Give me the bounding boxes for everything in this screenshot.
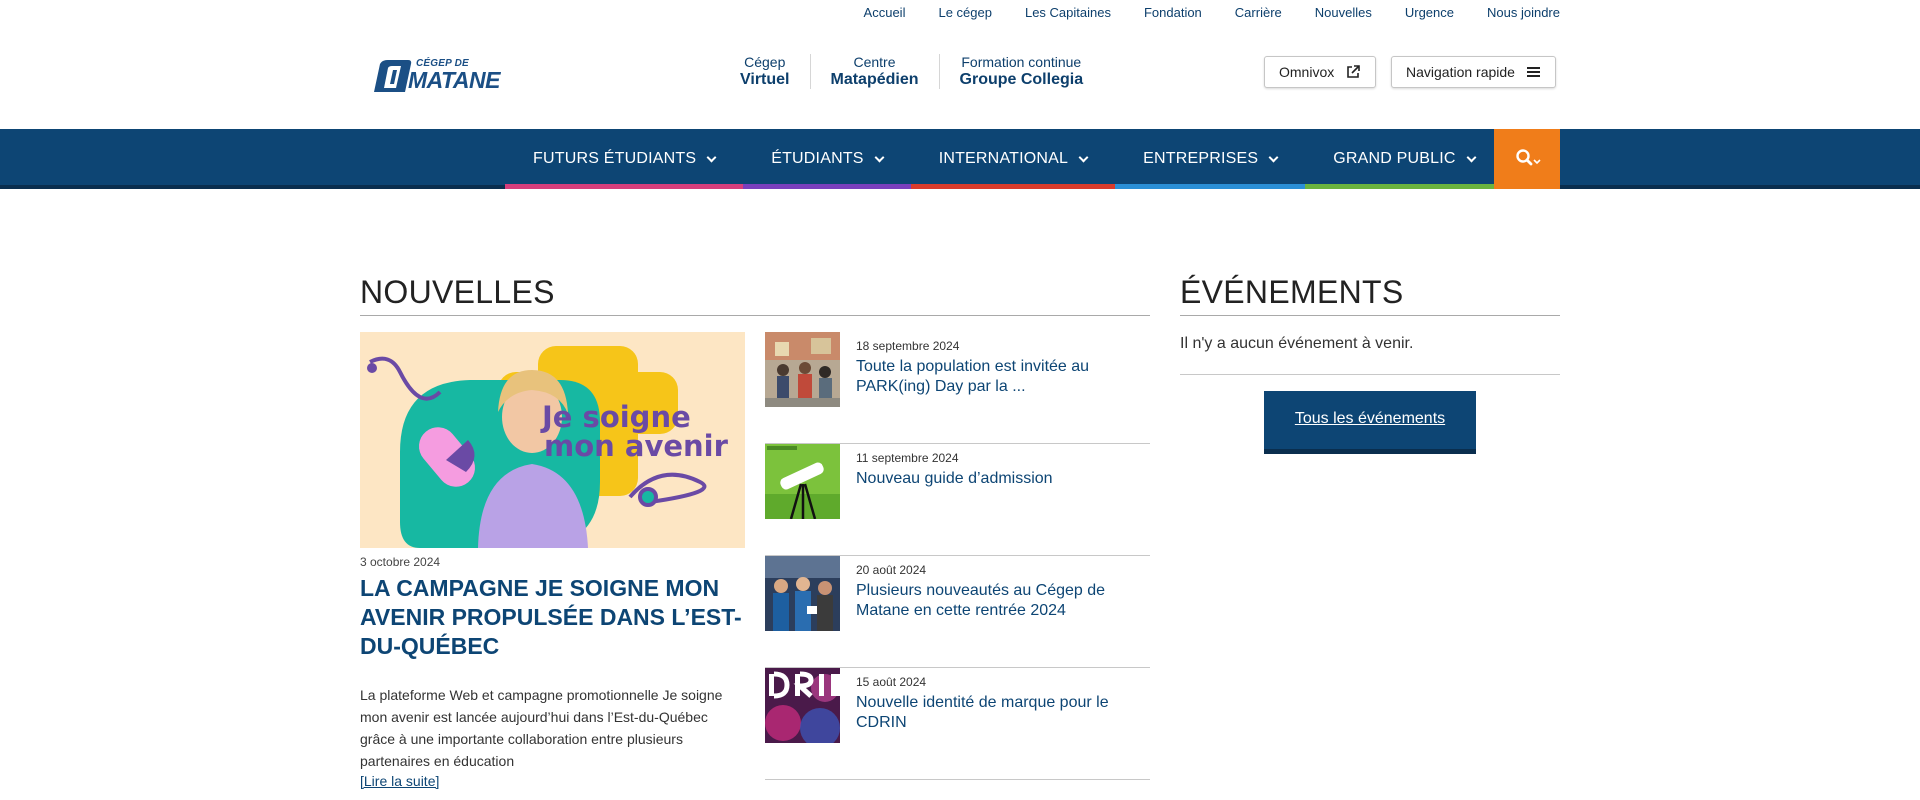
- nav-items: FUTURS ÉTUDIANTS ÉTUDIANTS INTERNATIONAL…: [505, 129, 1503, 189]
- util-link-carriere[interactable]: Carrière: [1235, 5, 1282, 21]
- util-link-urgence[interactable]: Urgence: [1405, 5, 1454, 21]
- search-icon: [1516, 149, 1541, 166]
- chevron-down-icon: [706, 152, 717, 162]
- nav-color-bar: [1115, 184, 1306, 189]
- read-more-link[interactable]: [Lire la suite]: [360, 773, 439, 789]
- partner-links: Cégep Virtuel Centre Matapédien Formatio…: [740, 54, 1103, 89]
- chevron-down-icon: [874, 152, 885, 162]
- news-date: 18 septembre 2024: [856, 339, 960, 353]
- chevron-down-icon: [1466, 152, 1477, 162]
- quick-nav-button[interactable]: Navigation rapide: [1391, 56, 1556, 88]
- nav-item-grand-public[interactable]: GRAND PUBLIC: [1305, 129, 1503, 189]
- util-link-fondation[interactable]: Fondation: [1144, 5, 1202, 21]
- partner-cegep-virtuel[interactable]: Cégep Virtuel: [740, 54, 810, 89]
- featured-news-description: La plateforme Web et campagne promotionn…: [360, 687, 723, 769]
- quick-nav-label: Navigation rapide: [1406, 64, 1515, 80]
- news-thumb-image: [765, 556, 840, 631]
- partner-centre-matapedien[interactable]: Centre Matapédien: [809, 54, 939, 89]
- featured-illustration: Je soigne mon avenir: [360, 332, 745, 548]
- partner-line1: Cégep: [744, 54, 786, 70]
- util-link-accueil[interactable]: Accueil: [864, 5, 906, 21]
- partner-groupe-collegia[interactable]: Formation continue Groupe Collegia: [938, 54, 1104, 89]
- news-list-item[interactable]: 18 septembre 2024 Toute la population es…: [765, 332, 1150, 444]
- utility-bar: Accueil Le cégep Les Capitaines Fondatio…: [0, 0, 1920, 26]
- logo-main-text: MATANE: [408, 67, 500, 93]
- site-header: CÉGEP DE MATANE Cégep Virtuel Centre Mat…: [0, 26, 1920, 129]
- chevron-down-icon: [1268, 152, 1279, 162]
- nav-color-bar: [505, 184, 744, 189]
- news-thumb-image: [765, 668, 840, 743]
- partner-line2: Groupe Collegia: [959, 71, 1084, 88]
- news-thumbnail[interactable]: [765, 444, 840, 519]
- nav-item-label: ÉTUDIANTS: [771, 150, 864, 167]
- nav-color-bar: [743, 184, 911, 189]
- util-link-le-cegep[interactable]: Le cégep: [938, 5, 992, 21]
- partner-line2: Virtuel: [740, 71, 790, 88]
- partner-line2: Matapédien: [830, 71, 919, 88]
- nav-color-bar: [1305, 184, 1503, 189]
- news-title-rule: [360, 315, 1150, 316]
- all-events-button[interactable]: Tous les événements: [1264, 391, 1476, 454]
- news-thumb-image: [765, 332, 840, 407]
- news-thumbnail[interactable]: [765, 668, 840, 743]
- news-title-link[interactable]: Toute la population est invitée au PARK(…: [856, 357, 1141, 397]
- news-section-title: NOUVELLES: [360, 274, 555, 310]
- util-link-nouvelles[interactable]: Nouvelles: [1315, 5, 1372, 21]
- events-divider: [1180, 374, 1560, 375]
- main-navigation: FUTURS ÉTUDIANTS ÉTUDIANTS INTERNATIONAL…: [0, 129, 1920, 189]
- nav-item-label: GRAND PUBLIC: [1333, 150, 1456, 167]
- news-date: 11 septembre 2024: [856, 451, 959, 465]
- events-title-rule: [1180, 315, 1560, 316]
- news-title-link[interactable]: Plusieurs nouveautés au Cégep de Matane …: [856, 581, 1141, 621]
- partner-line1: Formation continue: [961, 54, 1082, 70]
- featured-image-text-2: mon avenir: [544, 429, 729, 463]
- news-list-item[interactable]: 15 août 2024 Nouvelle identité de marque…: [765, 668, 1150, 780]
- events-section-title: ÉVÉNEMENTS: [1180, 274, 1404, 310]
- nav-item-label: ENTREPRISES: [1143, 150, 1259, 167]
- chevron-down-icon: [1078, 152, 1089, 162]
- site-logo[interactable]: CÉGEP DE MATANE: [368, 56, 500, 96]
- omnivox-button[interactable]: Omnivox: [1264, 56, 1376, 88]
- nav-item-futurs-etudiants[interactable]: FUTURS ÉTUDIANTS: [505, 129, 744, 189]
- search-toggle-button[interactable]: [1494, 129, 1560, 189]
- nav-item-etudiants[interactable]: ÉTUDIANTS: [743, 129, 911, 189]
- nav-item-entreprises[interactable]: ENTREPRISES: [1115, 129, 1306, 189]
- news-list-item[interactable]: 20 août 2024 Plusieurs nouveautés au Cég…: [765, 556, 1150, 668]
- news-title-link[interactable]: Nouvelle identité de marque pour le CDRI…: [856, 693, 1141, 733]
- news-thumbnail[interactable]: [765, 332, 840, 407]
- featured-news-image[interactable]: Je soigne mon avenir: [360, 332, 745, 548]
- partner-line1: Centre: [853, 54, 896, 70]
- external-link-icon: [1347, 65, 1361, 78]
- featured-news-title[interactable]: LA CAMPAGNE JE SOIGNE MON AVENIR PROPULS…: [360, 574, 745, 661]
- news-thumbnail[interactable]: [765, 556, 840, 631]
- events-empty-message: Il n'y a aucun événement à venir.: [1180, 335, 1414, 352]
- nav-item-label: INTERNATIONAL: [938, 150, 1069, 167]
- util-link-nous-joindre[interactable]: Nous joindre: [1487, 5, 1560, 21]
- util-link-capitaines[interactable]: Les Capitaines: [1025, 5, 1111, 21]
- featured-news-date: 3 octobre 2024: [360, 555, 441, 569]
- news-thumb-image: [765, 444, 840, 519]
- nav-color-bar: [910, 184, 1116, 189]
- nav-item-label: FUTURS ÉTUDIANTS: [533, 150, 697, 167]
- news-date: 15 août 2024: [856, 675, 927, 689]
- news-list-item[interactable]: 11 septembre 2024 Nouveau guide d’admiss…: [765, 444, 1150, 556]
- news-date: 20 août 2024: [856, 563, 927, 577]
- utility-links: Accueil Le cégep Les Capitaines Fondatio…: [864, 5, 1560, 21]
- omnivox-label: Omnivox: [1279, 64, 1335, 80]
- news-title-link[interactable]: Nouveau guide d’admission: [856, 469, 1141, 489]
- nav-item-international[interactable]: INTERNATIONAL: [910, 129, 1116, 189]
- hamburger-icon: [1526, 67, 1540, 77]
